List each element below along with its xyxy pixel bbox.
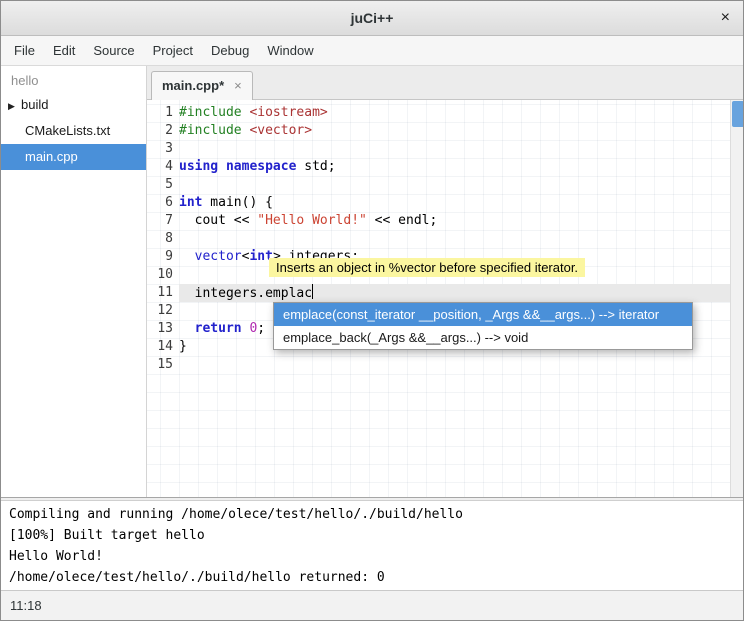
text-cursor [312,284,313,299]
line-number: 13 [147,320,179,338]
code-token: #include [179,123,249,138]
app-window: juCi++ × FileEditSourceProjectDebugWindo… [0,0,744,621]
code-text [179,140,730,158]
output-line: Compiling and running /home/olece/test/h… [9,504,735,525]
code-token: integers.emplac [179,286,312,301]
window-close-icon[interactable]: × [721,9,730,27]
code-text [179,176,730,194]
tab-bar: main.cpp* × [147,66,744,100]
line-number: 9 [147,248,179,266]
code-line-7[interactable]: 7 cout << "Hello World!" << endl; [147,212,730,230]
line-number: 1 [147,104,179,122]
code-line-4[interactable]: 4using namespace std; [147,158,730,176]
line-number: 7 [147,212,179,230]
tab-label: main.cpp* [162,78,224,93]
window-title: juCi++ [1,10,743,26]
code-token: ; [257,321,265,336]
tree-item-cmakelists-txt[interactable]: CMakeLists.txt [1,118,146,144]
code-line-15[interactable]: 15 [147,356,730,374]
editor-column: main.cpp*× 1#include <iostream>2#include… [147,66,744,498]
code-token: cout << [179,213,257,228]
output-line: [100%] Built target hello [9,525,735,546]
doc-tooltip: Inserts an object in %vector before spec… [269,258,585,277]
line-number: 14 [147,338,179,356]
code-token [179,249,195,264]
sidebar: hello ▶build CMakeLists.txt main.cpp [1,66,147,498]
code-token: <iostream> [249,105,327,120]
file-tree: ▶build CMakeLists.txt main.cpp [1,92,146,170]
code-text: cout << "Hello World!" << endl; [179,212,730,230]
menu-item-file[interactable]: File [5,36,44,66]
code-text: #include <vector> [179,122,730,140]
completion-popup: emplace(const_iterator __position, _Args… [273,302,693,350]
code-token: using [179,159,218,174]
code-line-2[interactable]: 2#include <vector> [147,122,730,140]
completion-item-1[interactable]: emplace_back(_Args &&__args...) --> void [274,326,692,349]
output-panel[interactable]: Compiling and running /home/olece/test/h… [1,501,743,590]
tree-item-label: main.cpp [25,149,78,164]
menu-item-source[interactable]: Source [84,36,143,66]
tree-item-main-cpp[interactable]: main.cpp [1,144,146,170]
code-line-5[interactable]: 5 [147,176,730,194]
code-line-1[interactable]: 1#include <iostream> [147,104,730,122]
code-token: main() { [202,195,272,210]
menu-item-project[interactable]: Project [144,36,202,66]
code-token: std; [296,159,335,174]
title-bar: juCi++ × [1,1,743,36]
status-bar: 11:18 [1,590,743,621]
line-number: 8 [147,230,179,248]
line-number: 11 [147,284,179,302]
code-editor[interactable]: 1#include <iostream>2#include <vector>34… [147,100,744,498]
tree-item-label: CMakeLists.txt [25,123,110,138]
code-line-3[interactable]: 3 [147,140,730,158]
code-text: integers.emplac [179,284,730,302]
line-number: 12 [147,302,179,320]
menu-item-debug[interactable]: Debug [202,36,258,66]
expander-icon[interactable]: ▶ [8,93,21,119]
menu-item-edit[interactable]: Edit [44,36,84,66]
menu-item-window[interactable]: Window [258,36,322,66]
code-token: vector [195,249,242,264]
code-text [179,230,730,248]
code-token: << endl; [367,213,437,228]
code-token [218,159,226,174]
line-number: 15 [147,356,179,374]
code-line-11[interactable]: 11 integers.emplac [147,284,730,302]
menu-bar: FileEditSourceProjectDebugWindow [1,36,743,66]
line-number: 2 [147,122,179,140]
code-token: } [179,339,187,354]
line-number: 6 [147,194,179,212]
code-token: return [195,321,242,336]
code-text: using namespace std; [179,158,730,176]
scrollbar-thumb[interactable] [732,101,744,127]
code-token: int [179,195,202,210]
completion-item-0[interactable]: emplace(const_iterator __position, _Args… [274,303,692,326]
code-line-6[interactable]: 6int main() { [147,194,730,212]
code-line-8[interactable]: 8 [147,230,730,248]
editor-scrollbar[interactable] [730,100,744,498]
tree-item-build[interactable]: ▶build [1,92,146,118]
line-number: 4 [147,158,179,176]
code-token [179,321,195,336]
line-number: 5 [147,176,179,194]
output-line: /home/olece/test/hello/./build/hello ret… [9,567,735,588]
code-text: #include <iostream> [179,104,730,122]
code-token: "Hello World!" [257,213,367,228]
code-token: #include [179,105,249,120]
code-text [179,356,730,374]
code-area[interactable]: 1#include <iostream>2#include <vector>34… [147,100,730,498]
code-token: <vector> [249,123,312,138]
output-line: Hello World! [9,546,735,567]
line-number: 10 [147,266,179,284]
cursor-position: 11:18 [10,598,42,613]
tree-item-label: build [21,97,48,112]
code-text: int main() { [179,194,730,212]
tab-close-icon[interactable]: × [234,78,242,93]
line-number: 3 [147,140,179,158]
tab-main-cpp[interactable]: main.cpp* × [151,71,253,100]
project-label: hello [1,66,146,92]
code-token: namespace [226,159,296,174]
